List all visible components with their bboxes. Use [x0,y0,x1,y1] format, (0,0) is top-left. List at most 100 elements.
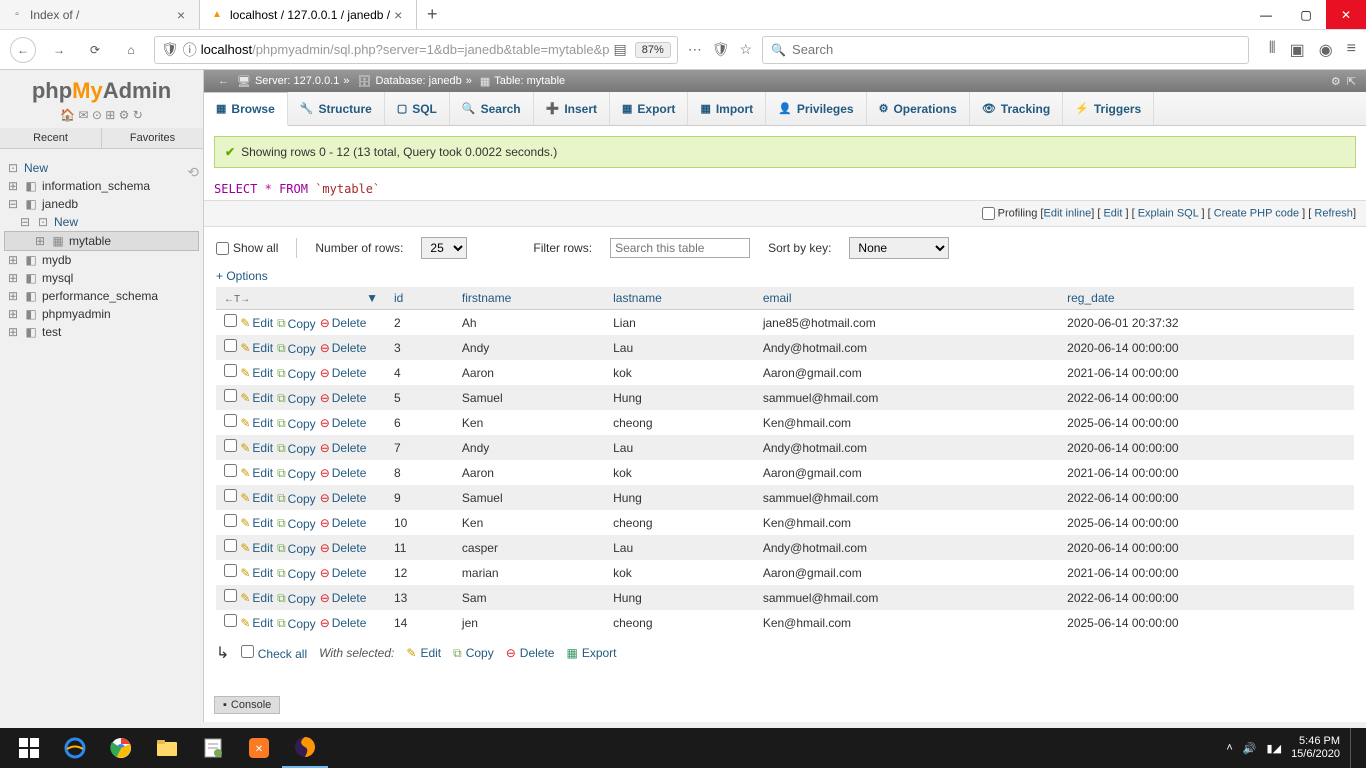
row-delete[interactable]: ⊖Delete [320,491,367,505]
row-checkbox[interactable] [224,364,237,377]
tree-new[interactable]: ⊡New [4,159,199,177]
window-maximize[interactable]: ▢ [1286,0,1326,29]
browser-search-input[interactable] [792,42,1240,57]
show-all-checkbox[interactable] [216,242,229,255]
col-id[interactable]: id [386,287,454,310]
url-bar[interactable]: 🛡 ⓘ localhost/phpmyadmin/sql.php?server=… [154,36,678,64]
top-tab-import[interactable]: ▦Import [688,92,766,125]
row-edit[interactable]: ✎Edit [240,516,273,530]
zoom-indicator[interactable]: 87% [635,42,671,58]
gear-icon[interactable]: ⚙ [1331,75,1341,88]
row-copy[interactable]: ⧉Copy [277,341,316,356]
tree-db-janedb[interactable]: ⊟◧janedb [4,195,199,213]
row-edit[interactable]: ✎Edit [240,341,273,355]
top-tab-structure[interactable]: 🔧Structure [288,92,385,125]
nav-left-icon[interactable]: ← [218,75,229,87]
row-delete[interactable]: ⊖Delete [320,441,367,455]
nav-back-button[interactable]: ← [10,37,36,63]
window-close[interactable]: ✕ [1326,0,1366,29]
library-icon[interactable]: ⫴ [1269,40,1276,60]
bulk-copy[interactable]: ⧉Copy [453,646,494,661]
bulk-export[interactable]: ▦Export [566,646,616,660]
row-copy[interactable]: ⧉Copy [277,316,316,331]
row-checkbox[interactable] [224,564,237,577]
php-link[interactable]: Create PHP code [1214,207,1299,219]
row-delete[interactable]: ⊖Delete [320,616,367,630]
row-checkbox[interactable] [224,464,237,477]
row-copy[interactable]: ⧉Copy [277,591,316,606]
row-delete[interactable]: ⊖Delete [320,541,367,555]
row-checkbox[interactable] [224,389,237,402]
row-copy[interactable]: ⧉Copy [277,416,316,431]
notepad-icon[interactable] [190,728,236,768]
row-edit[interactable]: ✎Edit [240,541,273,555]
firefox-icon[interactable] [282,728,328,768]
reader-icon[interactable]: ▤ [613,41,626,58]
options-link[interactable]: + Options [204,269,1366,287]
protection-icon[interactable]: 🛡 [712,41,730,58]
row-copy[interactable]: ⧉Copy [277,466,316,481]
top-tab-export[interactable]: ▦Export [610,92,688,125]
edit-link[interactable]: Edit [1103,207,1122,219]
tray-clock[interactable]: 5:46 PM 15/6/2020 [1291,735,1340,761]
explorer-icon[interactable] [144,728,190,768]
row-checkbox[interactable] [224,539,237,552]
tree-db[interactable]: ⊞◧phpmyadmin [4,305,199,323]
col-firstname[interactable]: firstname [454,287,605,310]
profiling-checkbox[interactable] [982,207,995,220]
nav-reload-button[interactable]: ⟳ [82,37,108,63]
tab-close-icon[interactable]: × [173,7,189,23]
refresh-link[interactable]: Refresh [1314,207,1353,219]
row-copy[interactable]: ⧉Copy [277,366,316,381]
start-button[interactable] [6,728,52,768]
new-tab-button[interactable]: + [417,0,447,29]
row-checkbox[interactable] [224,489,237,502]
system-tray[interactable]: ˄ 🔊 ▮◢ 5:46 PM 15/6/2020 [1226,728,1360,768]
nav-home-button[interactable]: ⌂ [118,37,144,63]
tree-db[interactable]: ⊞◧mysql [4,269,199,287]
row-checkbox[interactable] [224,439,237,452]
row-delete[interactable]: ⊖Delete [320,316,367,330]
col-regdate[interactable]: reg_date [1059,287,1354,310]
show-desktop[interactable] [1350,728,1356,768]
row-copy[interactable]: ⧉Copy [277,541,316,556]
top-tab-privileges[interactable]: 👤Privileges [766,92,866,125]
row-delete[interactable]: ⊖Delete [320,566,367,580]
menu-icon[interactable]: ≡ [1347,40,1356,60]
browser-search-bar[interactable]: 🔍 [762,36,1249,64]
bc-server[interactable]: Server: 127.0.0.1 [255,75,339,87]
account-icon[interactable]: ◉ [1319,40,1333,60]
row-checkbox[interactable] [224,314,237,327]
row-delete[interactable]: ⊖Delete [320,416,367,430]
check-all-label[interactable]: Check all [241,645,307,661]
row-delete[interactable]: ⊖Delete [320,366,367,380]
row-edit[interactable]: ✎Edit [240,591,273,605]
row-delete[interactable]: ⊖Delete [320,516,367,530]
row-copy[interactable]: ⧉Copy [277,441,316,456]
tree-mytable[interactable]: ⊞▦mytable [4,231,199,251]
row-checkbox[interactable] [224,339,237,352]
nav-forward-button[interactable]: → [46,37,72,63]
row-edit[interactable]: ✎Edit [240,441,273,455]
top-tab-triggers[interactable]: ⚡Triggers [1063,92,1154,125]
tray-chevron-icon[interactable]: ˄ [1226,742,1232,754]
show-all-label[interactable]: Show all [216,241,278,255]
row-checkbox[interactable] [224,414,237,427]
browser-tab-1[interactable]: ▲ localhost / 127.0.0.1 / janedb / × [200,0,417,29]
bulk-edit[interactable]: ✎Edit [406,646,441,660]
recent-tab[interactable]: Recent [0,128,102,148]
star-icon[interactable]: ☆ [740,41,753,58]
tray-volume-icon[interactable]: 🔊 [1243,742,1257,755]
row-edit[interactable]: ✎Edit [240,416,273,430]
row-checkbox[interactable] [224,614,237,627]
row-copy[interactable]: ⧉Copy [277,566,316,581]
row-edit[interactable]: ✎Edit [240,566,273,580]
sort-key-select[interactable]: None [849,237,949,259]
row-edit[interactable]: ✎Edit [240,366,273,380]
row-edit[interactable]: ✎Edit [240,616,273,630]
top-tab-sql[interactable]: ▢SQL [385,92,450,125]
ie-icon[interactable] [52,728,98,768]
tree-db[interactable]: ⊞◧performance_schema [4,287,199,305]
bc-table[interactable]: Table: mytable [494,75,565,87]
favorites-tab[interactable]: Favorites [102,128,203,148]
